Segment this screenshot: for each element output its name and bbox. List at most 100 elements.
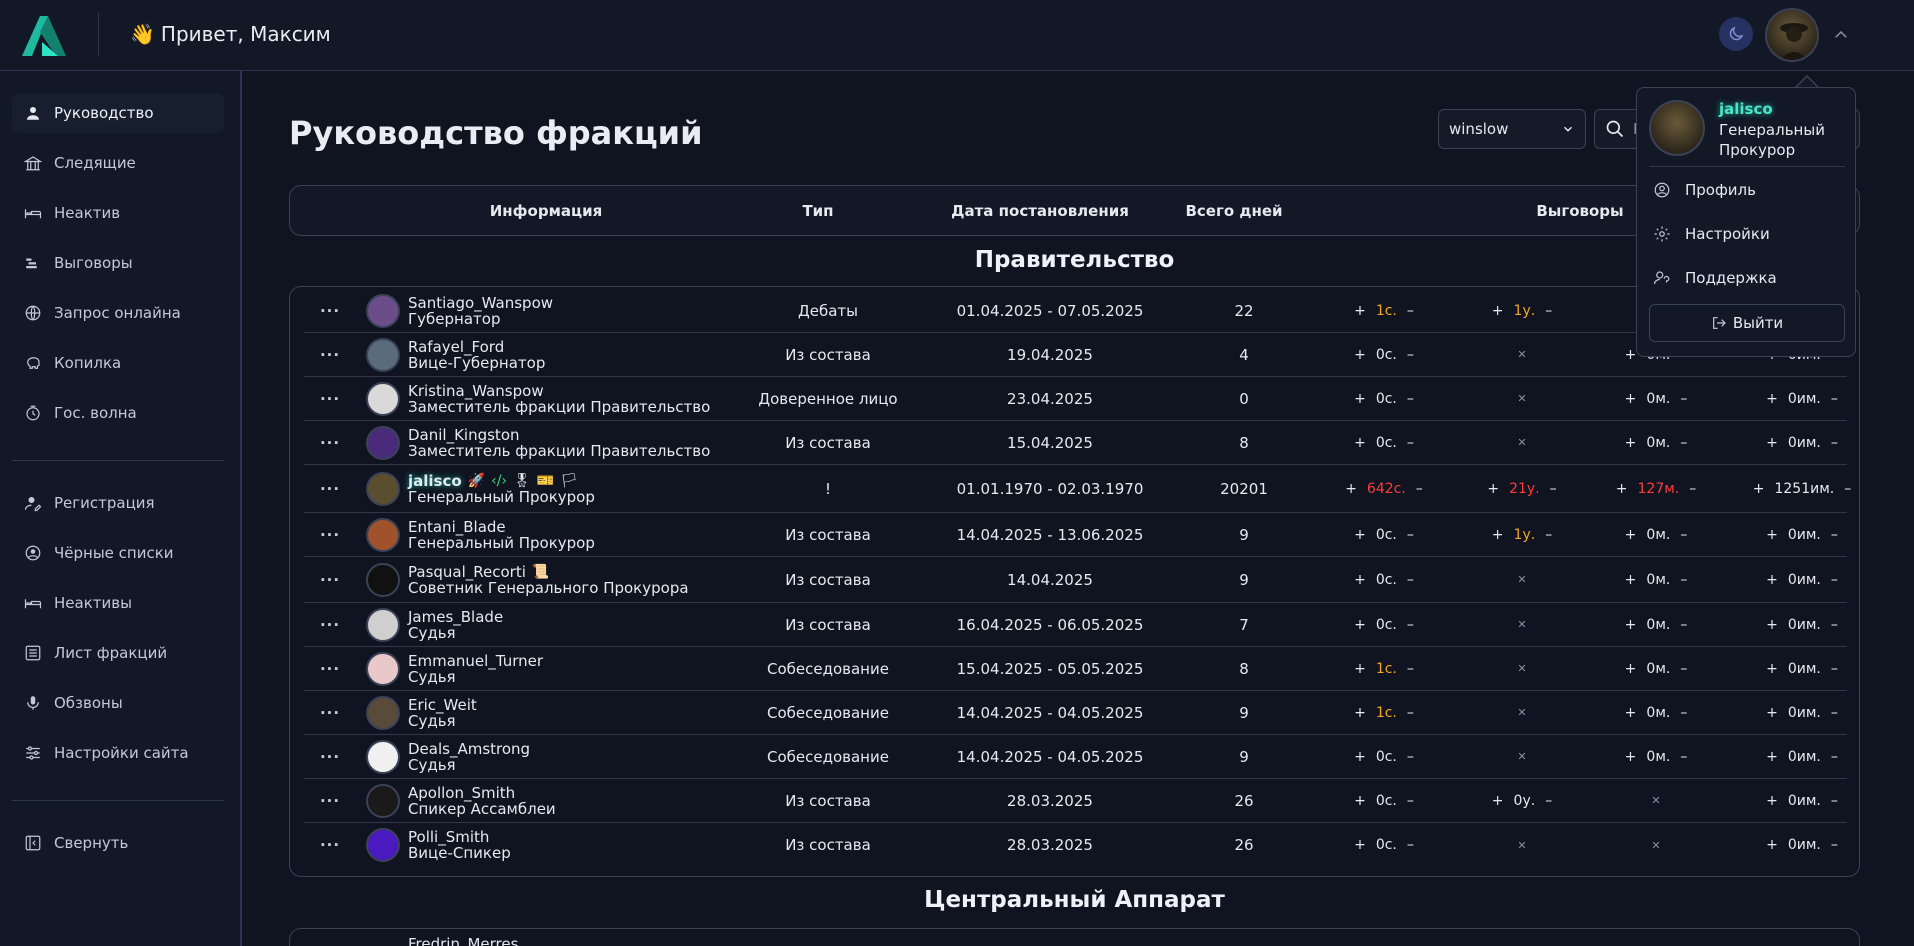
column-header-days[interactable]: Всего дней (1154, 202, 1314, 220)
table-row[interactable]: ··· Apollon_Smith Спикер Ассамблеи Из со… (304, 779, 1847, 823)
table-row[interactable]: ··· Rafayel_Ford Вице-Губернатор Из сост… (304, 333, 1847, 377)
decrement-button[interactable]: – (1545, 303, 1552, 319)
decrement-button[interactable]: – (1407, 705, 1414, 721)
increment-button[interactable]: + (1354, 749, 1366, 765)
member-name[interactable]: Pasqual_Recorti (408, 564, 526, 580)
sidebar-item-reprimands[interactable]: Выговоры (12, 243, 224, 283)
increment-button[interactable]: + (1766, 749, 1778, 765)
increment-button[interactable]: + (1354, 617, 1366, 633)
decrement-button[interactable]: – (1407, 837, 1414, 853)
table-row[interactable]: ··· Eric_Weit Судья Собеседование 14.04.… (304, 691, 1847, 735)
increment-button[interactable]: + (1354, 837, 1366, 853)
decrement-button[interactable]: – (1407, 347, 1414, 363)
decrement-button[interactable]: – (1844, 481, 1851, 497)
row-menu-button[interactable]: ··· (304, 333, 356, 376)
decrement-button[interactable]: – (1831, 572, 1838, 588)
sidebar-item-site-settings[interactable]: Настройки сайта (12, 733, 224, 773)
decrement-button[interactable]: – (1407, 749, 1414, 765)
sidebar-item-online-request[interactable]: Запрос онлайна (12, 293, 224, 333)
column-header-type[interactable]: Тип (708, 202, 928, 220)
sidebar-item-watchers[interactable]: Следящие (12, 143, 224, 183)
row-menu-button[interactable]: ··· (304, 735, 356, 778)
dropdown-item-profile[interactable]: Профиль (1649, 172, 1845, 208)
member-name[interactable]: Rafayel_Ford (408, 339, 504, 355)
decrement-button[interactable]: – (1680, 527, 1687, 543)
chevron-up-icon[interactable] (1832, 26, 1850, 44)
sidebar-item-calls[interactable]: Обзвоны (12, 683, 224, 723)
app-logo[interactable] (18, 12, 70, 58)
table-row[interactable]: ··· James_Blade Судья Из состава 16.04.2… (304, 603, 1847, 647)
decrement-button[interactable]: – (1831, 837, 1838, 853)
increment-button[interactable]: + (1766, 435, 1778, 451)
table-row[interactable]: ··· Entani_Blade Генеральный Прокурор Из… (304, 513, 1847, 557)
member-name[interactable]: Entani_Blade (408, 519, 506, 535)
increment-button[interactable]: + (1766, 793, 1778, 809)
sidebar-item-faction-list[interactable]: Лист фракций (12, 633, 224, 673)
row-menu-button[interactable]: ··· (304, 557, 356, 602)
sidebar-item-leadership[interactable]: Руководство (12, 93, 224, 133)
increment-button[interactable]: + (1492, 303, 1504, 319)
increment-button[interactable]: + (1625, 705, 1637, 721)
member-name[interactable]: Emmanuel_Turner (408, 653, 543, 669)
row-menu-button[interactable]: ··· (304, 779, 356, 822)
increment-button[interactable]: + (1354, 527, 1366, 543)
decrement-button[interactable]: – (1680, 661, 1687, 677)
logout-button[interactable]: Выйти (1649, 304, 1845, 342)
decrement-button[interactable]: – (1680, 572, 1687, 588)
member-name[interactable]: James_Blade (408, 609, 503, 625)
increment-button[interactable]: + (1492, 527, 1504, 543)
increment-button[interactable]: + (1766, 837, 1778, 853)
decrement-button[interactable]: – (1680, 435, 1687, 451)
decrement-button[interactable]: – (1407, 303, 1414, 319)
sidebar-item-piggy-bank[interactable]: Копилка (12, 343, 224, 383)
increment-button[interactable]: + (1354, 347, 1366, 363)
table-row[interactable]: ··· Kristina_Wanspow Заместитель фракции… (304, 377, 1847, 421)
increment-button[interactable]: + (1492, 793, 1504, 809)
row-menu-button[interactable]: ··· (304, 289, 356, 332)
decrement-button[interactable]: – (1545, 793, 1552, 809)
sidebar-collapse-button[interactable]: Свернуть (12, 823, 224, 863)
dropdown-item-settings[interactable]: Настройки (1649, 216, 1845, 252)
decrement-button[interactable]: – (1407, 793, 1414, 809)
table-row[interactable]: ··· Polli_Smith Вице-Спикер Из состава 2… (304, 823, 1847, 867)
decrement-button[interactable]: – (1680, 391, 1687, 407)
decrement-button[interactable]: – (1407, 572, 1414, 588)
decrement-button[interactable]: – (1831, 527, 1838, 543)
table-row[interactable]: ··· Emmanuel_Turner Судья Собеседование … (304, 647, 1847, 691)
decrement-button[interactable]: – (1545, 527, 1552, 543)
member-name[interactable]: Santiago_Wanspow (408, 295, 553, 311)
row-menu-button[interactable]: ··· (304, 603, 356, 646)
increment-button[interactable]: + (1625, 572, 1637, 588)
decrement-button[interactable]: – (1680, 705, 1687, 721)
column-header-reprimands[interactable]: Выговоры (1510, 202, 1650, 220)
member-name[interactable]: Apollon_Smith (408, 785, 515, 801)
increment-button[interactable]: + (1766, 617, 1778, 633)
increment-button[interactable]: + (1766, 527, 1778, 543)
increment-button[interactable]: + (1354, 435, 1366, 451)
row-menu-button[interactable]: ··· (304, 691, 356, 734)
table-row[interactable]: ··· jalisco 🚀 ‹/› 🎖 🎫 🏳 Генеральный Прокурор … (304, 465, 1851, 513)
increment-button[interactable]: + (1354, 391, 1366, 407)
row-menu-button[interactable]: ··· (304, 421, 356, 464)
decrement-button[interactable]: – (1407, 527, 1414, 543)
increment-button[interactable]: + (1625, 661, 1637, 677)
table-row[interactable]: ··· Pasqual_Recorti 📜 Советник Генерально… (304, 557, 1847, 603)
decrement-button[interactable]: – (1407, 617, 1414, 633)
increment-button[interactable]: + (1354, 661, 1366, 677)
increment-button[interactable]: + (1345, 481, 1357, 497)
row-menu-button[interactable]: ··· (304, 647, 356, 690)
increment-button[interactable]: + (1354, 705, 1366, 721)
decrement-button[interactable]: – (1831, 661, 1838, 677)
increment-button[interactable]: + (1487, 481, 1499, 497)
increment-button[interactable]: + (1625, 749, 1637, 765)
faction-select[interactable]: winslow (1438, 109, 1586, 149)
increment-button[interactable]: + (1766, 391, 1778, 407)
user-avatar-button[interactable] (1765, 8, 1819, 62)
sidebar-item-registration[interactable]: Регистрация (12, 483, 224, 523)
member-name[interactable]: Danil_Kingston (408, 427, 520, 443)
increment-button[interactable]: + (1625, 527, 1637, 543)
table-row[interactable]: ··· Deals_Amstrong Судья Собеседование 1… (304, 735, 1847, 779)
decrement-button[interactable]: – (1680, 617, 1687, 633)
sidebar-item-blacklists[interactable]: Чёрные списки (12, 533, 224, 573)
increment-button[interactable]: + (1625, 617, 1637, 633)
